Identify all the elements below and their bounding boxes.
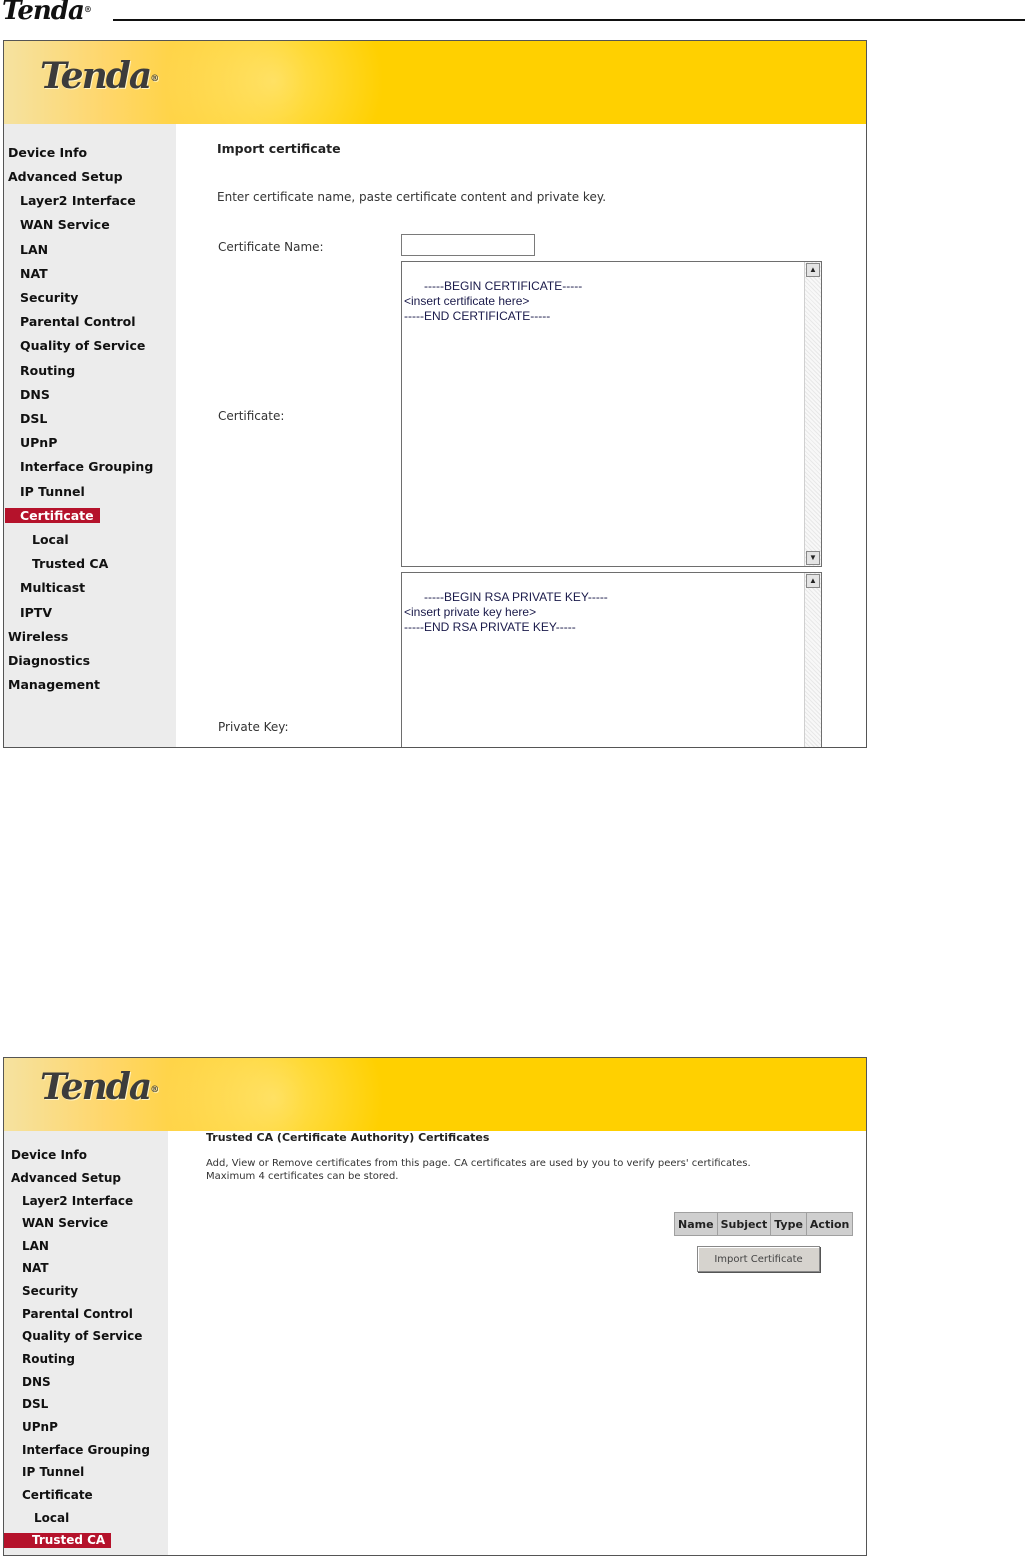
sidebar-item-nat[interactable]: NAT — [17, 266, 51, 281]
sidebar-item-device-info[interactable]: Device Info — [8, 1148, 90, 1163]
scroll-down-icon[interactable]: ▼ — [806, 551, 820, 565]
sidebar-item-advanced-setup[interactable]: Advanced Setup — [8, 1171, 124, 1186]
banner-decoration — [154, 41, 394, 124]
sidebar-item-dns[interactable]: DNS — [17, 387, 53, 402]
sidebar-item-dsl[interactable]: DSL — [19, 1397, 51, 1412]
sidebar-item-quality-of-service[interactable]: Quality of Service — [17, 338, 148, 353]
trusted-ca-screen: Tenda® Device Info Advanced Setup Layer2… — [3, 1057, 867, 1556]
sidebar-item-layer2-interface[interactable]: Layer2 Interface — [19, 1194, 136, 1209]
import-certificate-screen: Tenda® Device Info Advanced Setup Layer2… — [3, 40, 867, 748]
sidebar-item-nat[interactable]: NAT — [19, 1261, 52, 1276]
sidebar-item-quality-of-service[interactable]: Quality of Service — [19, 1329, 145, 1344]
sidebar-item-device-info[interactable]: Device Info — [5, 145, 90, 160]
scroll-up-icon[interactable]: ▲ — [806, 263, 820, 277]
sidebar-item-lan[interactable]: LAN — [19, 1239, 52, 1254]
certificate-textarea[interactable]: -----BEGIN CERTIFICATE----- <insert cert… — [401, 261, 822, 567]
sidebar-item-ip-tunnel[interactable]: IP Tunnel — [19, 1465, 87, 1480]
main-content: Trusted CA (Certificate Authority) Certi… — [168, 1131, 866, 1555]
sidebar-item-security[interactable]: Security — [17, 290, 81, 305]
page-title: Trusted CA (Certificate Authority) Certi… — [206, 1131, 490, 1144]
import-certificate-button[interactable]: Import Certificate — [697, 1246, 820, 1272]
certificate-name-input[interactable] — [401, 234, 535, 256]
top-banner: Tenda® — [4, 1058, 866, 1131]
tenda-logo: Tenda® — [40, 1066, 159, 1108]
page-title: Import certificate — [217, 141, 341, 156]
banner-decoration — [154, 1058, 394, 1131]
sidebar-item-dns[interactable]: DNS — [19, 1375, 54, 1390]
sidebar-item-interface-grouping[interactable]: Interface Grouping — [17, 459, 156, 474]
sidebar-item-wan-service[interactable]: WAN Service — [17, 217, 113, 232]
sidebar-item-security[interactable]: Security — [19, 1284, 81, 1299]
max-certificates-note: Maximum 4 certificates can be stored. — [206, 1171, 399, 1182]
sidebar-item-trusted-ca[interactable]: Trusted CA — [4, 1533, 112, 1548]
sidebar-item-diagnostics[interactable]: Diagnostics — [5, 653, 93, 668]
sidebar-item-wan-service[interactable]: WAN Service — [19, 1216, 111, 1231]
main-content: Import certificate Enter certificate nam… — [176, 124, 866, 747]
column-header-subject: Subject — [716, 1212, 772, 1236]
column-header-name: Name — [674, 1212, 718, 1236]
sidebar-item-parental-control[interactable]: Parental Control — [17, 314, 139, 329]
sidebar-item-management[interactable]: Management — [5, 677, 103, 692]
sidebar-item-trusted-ca[interactable]: Trusted CA — [29, 556, 111, 571]
sidebar-item-layer2-interface[interactable]: Layer2 Interface — [17, 193, 139, 208]
document-header: Tenda® — [0, 0, 1025, 28]
sidebar-item-dsl[interactable]: DSL — [17, 411, 50, 426]
sidebar-item-routing[interactable]: Routing — [17, 363, 78, 378]
column-header-type: Type — [770, 1212, 807, 1236]
private-key-label: Private Key: — [218, 720, 289, 734]
certificate-label: Certificate: — [218, 409, 285, 423]
sidebar-item-certificate[interactable]: Certificate — [5, 508, 100, 523]
scroll-up-icon[interactable]: ▲ — [806, 574, 820, 588]
sidebar-item-upnp[interactable]: UPnP — [19, 1420, 61, 1435]
private-key-text: -----BEGIN RSA PRIVATE KEY----- <insert … — [404, 590, 608, 634]
private-key-textarea[interactable]: -----BEGIN RSA PRIVATE KEY----- <insert … — [401, 572, 822, 747]
top-banner: Tenda® — [4, 41, 866, 124]
sidebar: Device Info Advanced Setup Layer2 Interf… — [4, 1131, 168, 1555]
sidebar-item-lan[interactable]: LAN — [17, 242, 51, 257]
page-description: Add, View or Remove certificates from th… — [206, 1158, 751, 1169]
sidebar-item-wireless[interactable]: Wireless — [5, 629, 71, 644]
header-rule — [113, 19, 1025, 21]
sidebar-item-multicast[interactable]: Multicast — [17, 580, 88, 595]
table-header-row: Name Subject Type Action — [674, 1212, 854, 1236]
private-key-scrollbar[interactable]: ▲ — [804, 573, 821, 747]
sidebar-item-routing[interactable]: Routing — [19, 1352, 78, 1367]
sidebar-item-parental-control[interactable]: Parental Control — [19, 1307, 136, 1322]
tenda-logo: Tenda® — [40, 55, 159, 97]
sidebar-item-local[interactable]: Local — [31, 1511, 72, 1526]
sidebar-item-iptv[interactable]: IPTV — [17, 605, 55, 620]
column-header-action: Action — [805, 1212, 854, 1236]
certificate-scrollbar[interactable]: ▲ ▼ — [804, 262, 821, 566]
sidebar-item-certificate[interactable]: Certificate — [19, 1488, 96, 1503]
sidebar-item-interface-grouping[interactable]: Interface Grouping — [19, 1443, 153, 1458]
certificate-text: -----BEGIN CERTIFICATE----- <insert cert… — [404, 279, 583, 323]
sidebar: Device Info Advanced Setup Layer2 Interf… — [4, 124, 176, 747]
certificate-name-label: Certificate Name: — [218, 240, 324, 254]
sidebar-item-advanced-setup[interactable]: Advanced Setup — [5, 169, 126, 184]
sidebar-item-upnp[interactable]: UPnP — [17, 435, 60, 450]
document-logo: Tenda® — [2, 0, 92, 26]
page-description: Enter certificate name, paste certificat… — [217, 190, 607, 204]
sidebar-item-local[interactable]: Local — [29, 532, 72, 547]
sidebar-item-ip-tunnel[interactable]: IP Tunnel — [17, 484, 88, 499]
ca-certificates-table: Name Subject Type Action — [674, 1212, 854, 1236]
